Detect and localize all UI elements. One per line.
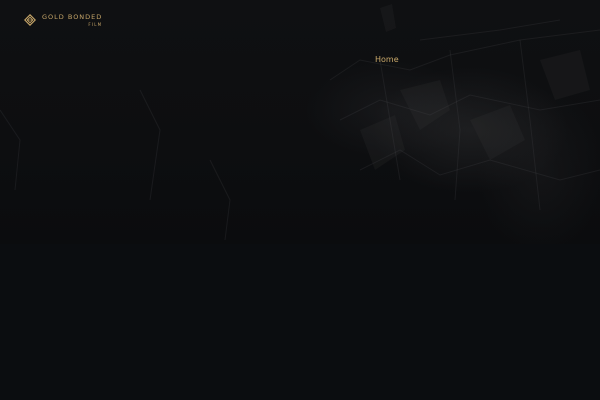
main-nav: Home (375, 49, 399, 67)
nav-item-home[interactable]: Home (375, 55, 399, 64)
page: GOLD BONDED FILM Home (0, 0, 600, 400)
diamond-logo-icon (24, 14, 36, 27)
brand-subtitle: FILM (88, 21, 103, 27)
brand-name: GOLD BONDED (42, 13, 103, 21)
site-header: GOLD BONDED FILM Home (0, 0, 600, 64)
brand-logo-link[interactable]: GOLD BONDED FILM (24, 14, 102, 27)
content-area (0, 244, 600, 400)
brand-wordmark: GOLD BONDED FILM (42, 14, 102, 27)
